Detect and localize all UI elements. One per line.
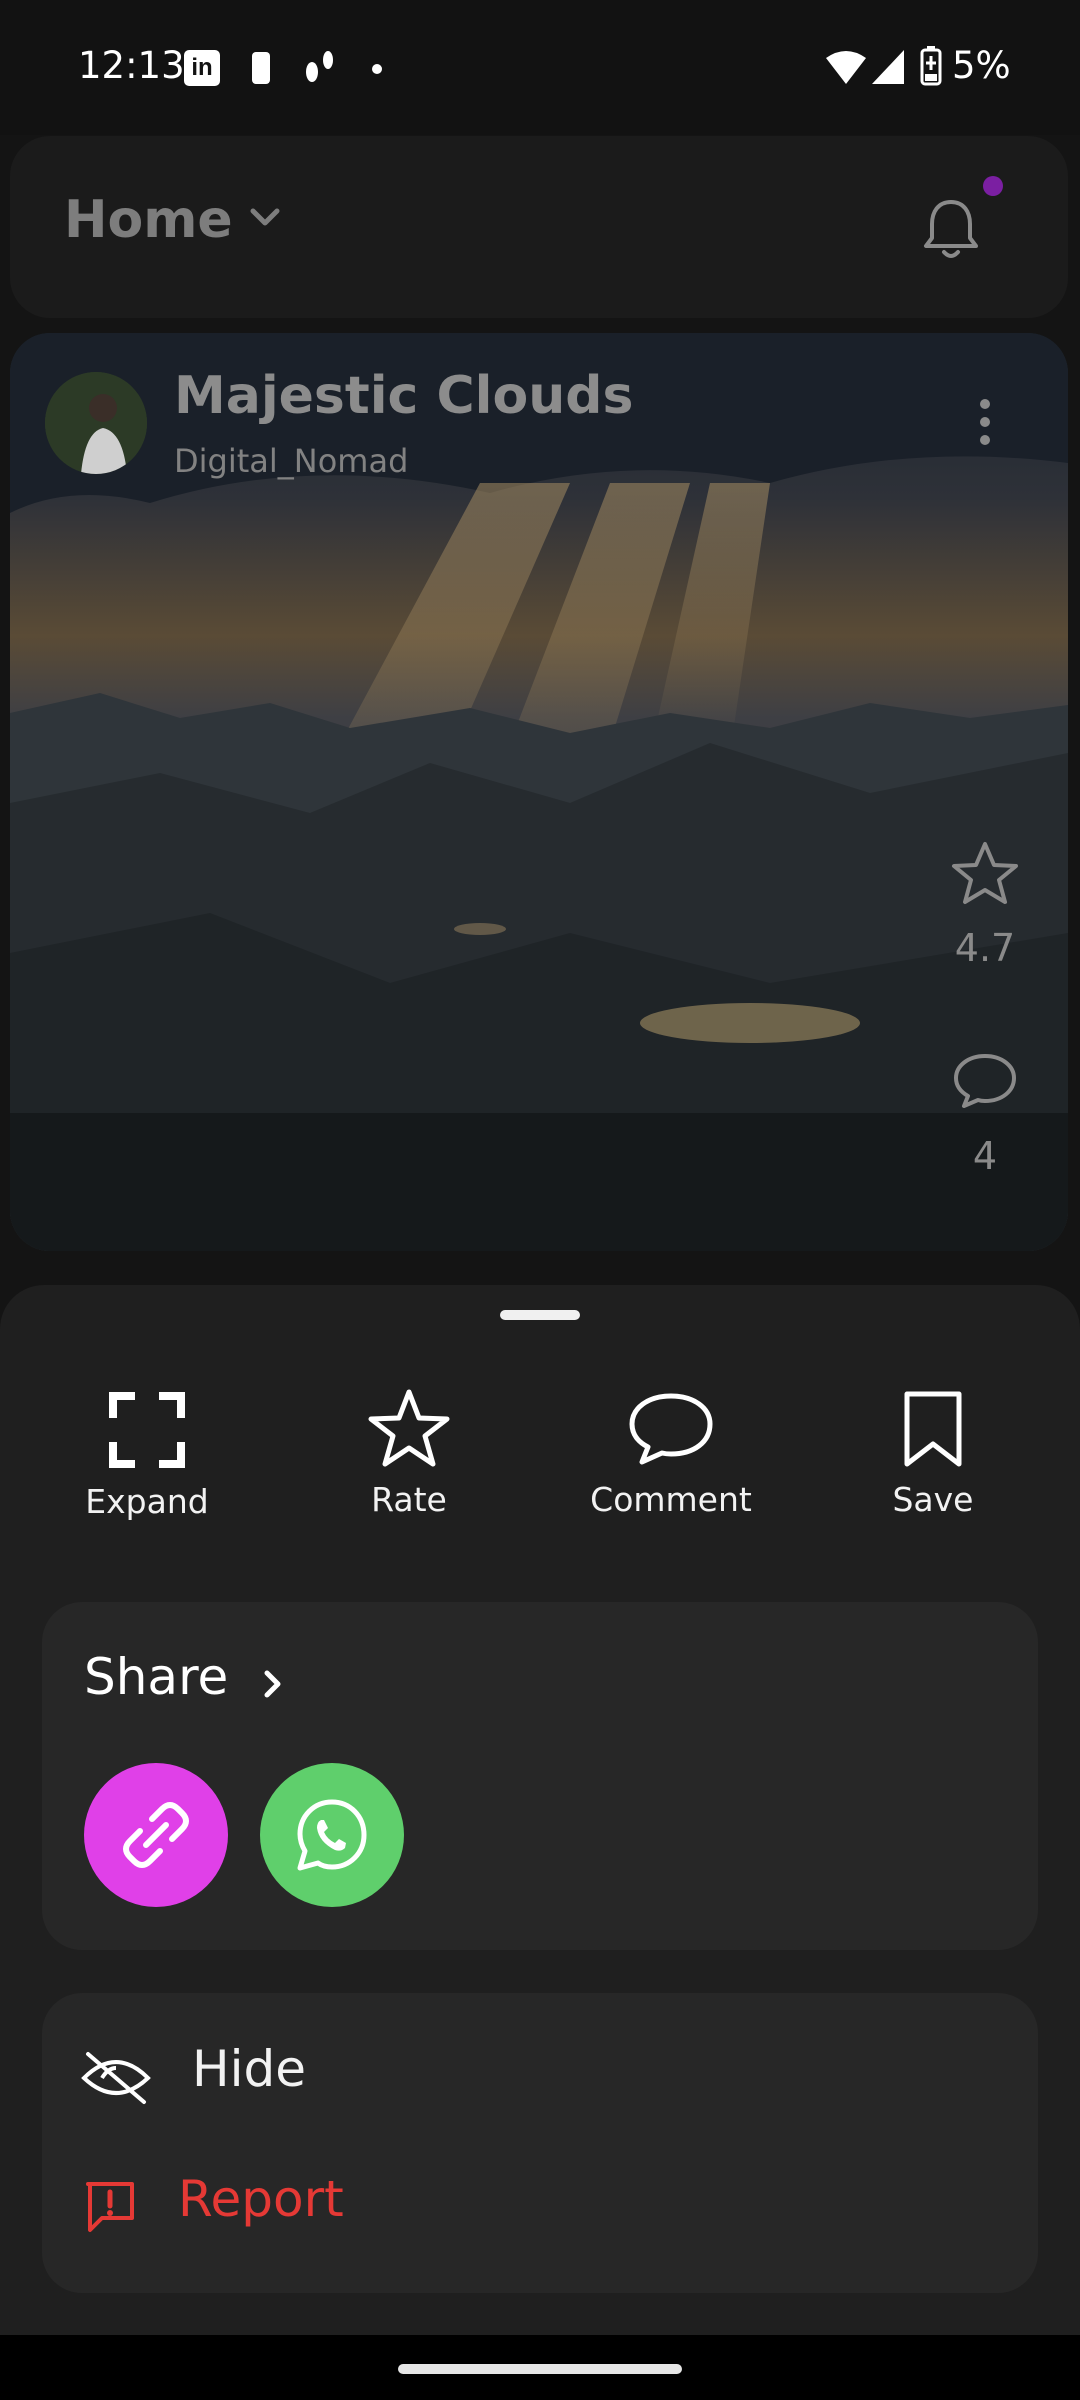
comment-label: Comment — [590, 1480, 752, 1519]
battery-charging-icon — [920, 46, 942, 90]
expand-label: Expand — [85, 1482, 209, 1521]
star-icon — [368, 1389, 450, 1467]
battery-percent: 5% — [952, 44, 1011, 87]
status-time: 12:13 — [78, 44, 185, 87]
expand-button[interactable]: Expand — [47, 1390, 247, 1521]
rating-value: 4.7 — [954, 926, 1016, 970]
expand-icon — [109, 1392, 185, 1468]
whatsapp-share-button[interactable] — [260, 1763, 404, 1907]
post-title: Majestic Clouds — [174, 366, 634, 426]
copy-link-button[interactable] — [84, 1763, 228, 1907]
report-label: Report — [178, 2170, 344, 2228]
wifi-icon — [826, 50, 866, 90]
rate-button[interactable]: Rate — [309, 1388, 509, 1519]
battery-saver-icon — [252, 52, 270, 84]
bell-icon[interactable] — [920, 196, 982, 266]
signal-icon — [872, 50, 904, 88]
home-dropdown-title[interactable]: Home — [64, 190, 233, 250]
post-image[interactable] — [10, 333, 1068, 1251]
home-gesture-handle[interactable] — [398, 2364, 682, 2374]
linkedin-icon: in — [184, 50, 220, 86]
report-icon — [82, 2178, 138, 2238]
notification-badge — [983, 176, 1003, 196]
rating-star-icon[interactable] — [950, 840, 1020, 910]
rate-label: Rate — [371, 1480, 447, 1519]
link-icon — [123, 1802, 189, 1868]
avatar[interactable] — [45, 372, 147, 474]
comment-count-icon[interactable] — [950, 1050, 1020, 1116]
comment-icon — [629, 1393, 713, 1465]
share-title[interactable]: Share — [84, 1648, 228, 1706]
eye-off-icon — [80, 2048, 152, 2110]
comment-button[interactable]: Comment — [571, 1390, 771, 1519]
save-label: Save — [892, 1480, 974, 1519]
whatsapp-icon — [297, 1799, 367, 1871]
save-button[interactable]: Save — [833, 1390, 1033, 1519]
footsteps-icon — [300, 48, 338, 92]
comment-count: 4 — [972, 1134, 998, 1178]
more-options-icon[interactable] — [970, 396, 1000, 452]
post-author[interactable]: Digital_Nomad — [174, 442, 408, 480]
bookmark-icon — [904, 1391, 962, 1467]
hide-label: Hide — [192, 2040, 306, 2098]
dot-icon — [372, 64, 382, 74]
drag-handle[interactable] — [500, 1310, 580, 1320]
chevron-down-icon[interactable] — [248, 206, 282, 234]
chevron-right-icon[interactable] — [262, 1668, 284, 1704]
